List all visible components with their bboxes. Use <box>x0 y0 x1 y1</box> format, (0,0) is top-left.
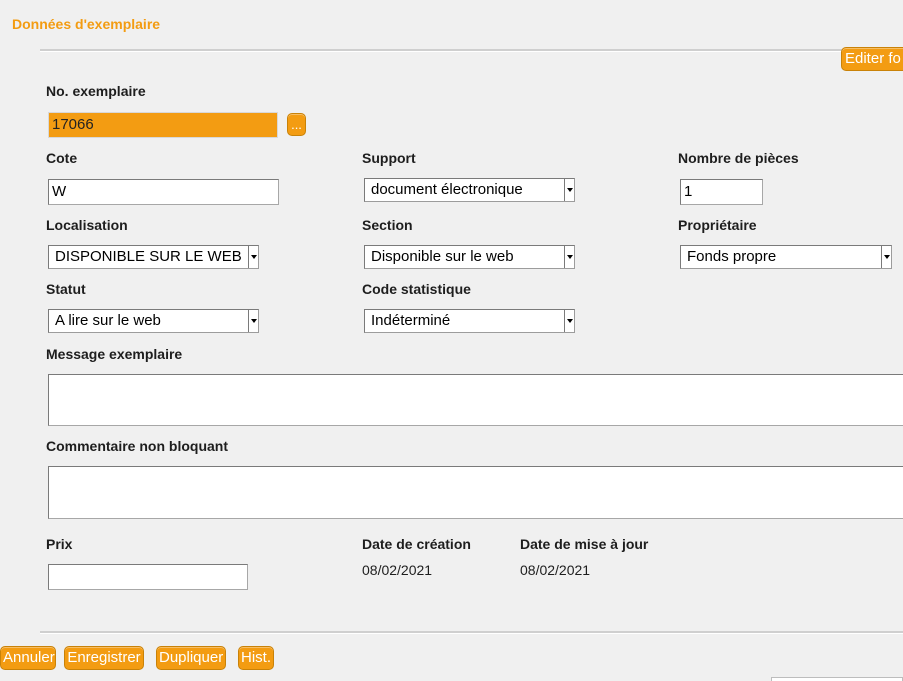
label-nombre-pieces: Nombre de pièces <box>678 150 799 166</box>
code-statistique-select-value: Indéterminé <box>371 312 451 329</box>
commentaire-textarea[interactable] <box>48 466 903 519</box>
prix-input[interactable] <box>48 564 248 590</box>
partial-input-edge <box>771 677 903 681</box>
nombre-pieces-input[interactable]: 1 <box>680 179 763 205</box>
section-select[interactable]: Disponible sur le web <box>364 245 575 269</box>
localisation-select-value: DISPONIBLE SUR LE WEB <box>55 248 242 265</box>
label-no-exemplaire: No. exemplaire <box>46 83 146 99</box>
section-title: Données d'exemplaire <box>12 16 161 32</box>
no-exemplaire-input[interactable]: 17066 <box>48 112 278 138</box>
support-select-value: document électronique <box>371 181 523 198</box>
duplicate-button[interactable]: Dupliquer <box>156 646 226 670</box>
code-statistique-select[interactable]: Indéterminé <box>364 309 575 333</box>
date-maj-value: 08/02/2021 <box>520 562 591 578</box>
label-cote: Cote <box>46 150 78 166</box>
label-proprietaire: Propriétaire <box>678 217 757 233</box>
history-button[interactable]: Hist. <box>238 646 274 670</box>
chevron-down-icon <box>564 246 574 268</box>
chevron-down-icon <box>248 310 258 332</box>
chevron-down-icon <box>248 246 258 268</box>
bottom-divider <box>40 631 903 634</box>
label-support: Support <box>362 150 416 166</box>
support-select[interactable]: document électronique <box>364 178 575 202</box>
label-prix: Prix <box>46 536 73 552</box>
cancel-button[interactable]: Annuler <box>0 646 56 670</box>
message-exemplaire-textarea[interactable] <box>48 374 903 426</box>
label-date-creation: Date de création <box>362 536 471 552</box>
label-commentaire: Commentaire non bloquant <box>46 438 228 454</box>
browse-exemplaire-button[interactable]: ... <box>287 113 306 136</box>
label-section: Section <box>362 217 413 233</box>
chevron-down-icon <box>881 246 891 268</box>
chevron-down-icon <box>564 310 574 332</box>
date-creation-value: 08/02/2021 <box>362 562 433 578</box>
statut-select[interactable]: A lire sur le web <box>48 309 259 333</box>
label-statut: Statut <box>46 281 86 297</box>
cote-input[interactable]: W <box>48 179 279 205</box>
label-date-maj: Date de mise à jour <box>520 536 649 552</box>
label-localisation: Localisation <box>46 217 128 233</box>
proprietaire-select-value: Fonds propre <box>687 248 777 265</box>
localisation-select[interactable]: DISPONIBLE SUR LE WEB <box>48 245 259 269</box>
save-button[interactable]: Enregistrer <box>64 646 144 670</box>
label-message-exemplaire: Message exemplaire <box>46 346 183 362</box>
proprietaire-select[interactable]: Fonds propre <box>680 245 892 269</box>
chevron-down-icon <box>564 179 574 201</box>
label-code-statistique: Code statistique <box>362 281 471 297</box>
top-divider <box>40 49 903 52</box>
edit-form-button[interactable]: Editer fo <box>841 47 903 71</box>
statut-select-value: A lire sur le web <box>55 312 161 329</box>
section-select-value: Disponible sur le web <box>371 248 514 265</box>
